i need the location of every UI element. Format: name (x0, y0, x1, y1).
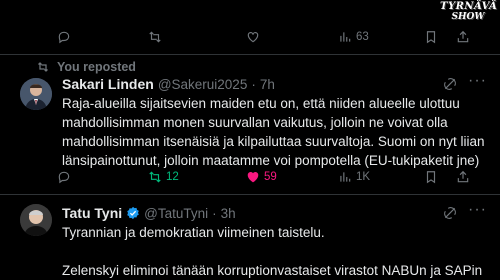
avatar[interactable] (20, 78, 52, 110)
repost-icon (149, 171, 161, 183)
bookmark-icon (426, 31, 436, 44)
repost-button[interactable] (148, 30, 162, 44)
views-count: 1K (356, 171, 371, 183)
share-button[interactable] (456, 170, 470, 184)
views-icon (340, 172, 351, 182)
post-header: Tatu Tyni @TatuTyni · 3h (62, 205, 236, 221)
avatar-image (20, 78, 52, 110)
repost-icon (149, 31, 161, 43)
views-count: 63 (356, 31, 369, 43)
share-icon (457, 170, 469, 183)
share-icon (457, 30, 469, 43)
views-icon (340, 32, 351, 42)
like-count: 59 (264, 171, 277, 183)
post-time[interactable]: 3h (221, 206, 236, 221)
verified-badge-icon (126, 206, 140, 220)
bookmark-button[interactable] (424, 170, 438, 184)
share-button[interactable] (456, 30, 470, 44)
post-divider (0, 194, 500, 195)
repost-banner: You reposted (37, 60, 136, 74)
post-text: Tyrannian ja demokratian viimeinen taist… (62, 225, 483, 278)
views-button[interactable]: 1K (338, 170, 370, 184)
author-name[interactable]: Sakari Linden (62, 76, 154, 92)
more-options-icon[interactable]: ··· (468, 72, 487, 90)
bookmark-icon (426, 171, 436, 184)
author-handle[interactable]: @TatuTyni (144, 206, 208, 221)
post-header: Sakari Linden @Sakerui2025 · 7h (62, 76, 275, 92)
repost-count: 12 (166, 171, 179, 183)
avatar-image (20, 204, 52, 236)
post-time[interactable]: 7h (260, 77, 275, 92)
tyrnava-show-watermark: TYRNÄVÄ SHOW (440, 1, 498, 23)
views-button[interactable]: 63 (338, 30, 369, 44)
heart-icon (247, 172, 259, 183)
reply-button[interactable] (57, 30, 71, 44)
avatar[interactable] (20, 204, 52, 236)
bookmark-button[interactable] (424, 30, 438, 44)
like-button[interactable] (246, 30, 260, 44)
author-name[interactable]: Tatu Tyni (62, 205, 122, 221)
more-options-icon[interactable]: ··· (468, 201, 487, 219)
like-button[interactable]: 59 (246, 170, 277, 184)
repost-indicator-icon (38, 62, 48, 72)
repost-button[interactable]: 12 (148, 170, 179, 184)
heart-icon (247, 32, 259, 43)
reply-icon (58, 31, 70, 44)
author-handle[interactable]: @Sakerui2025 (158, 77, 248, 92)
reply-button[interactable] (57, 170, 71, 184)
post-text: Raja-alueilla sijaitsevien maiden etu on… (62, 96, 485, 168)
post-divider (0, 54, 500, 55)
reply-icon (58, 171, 70, 184)
